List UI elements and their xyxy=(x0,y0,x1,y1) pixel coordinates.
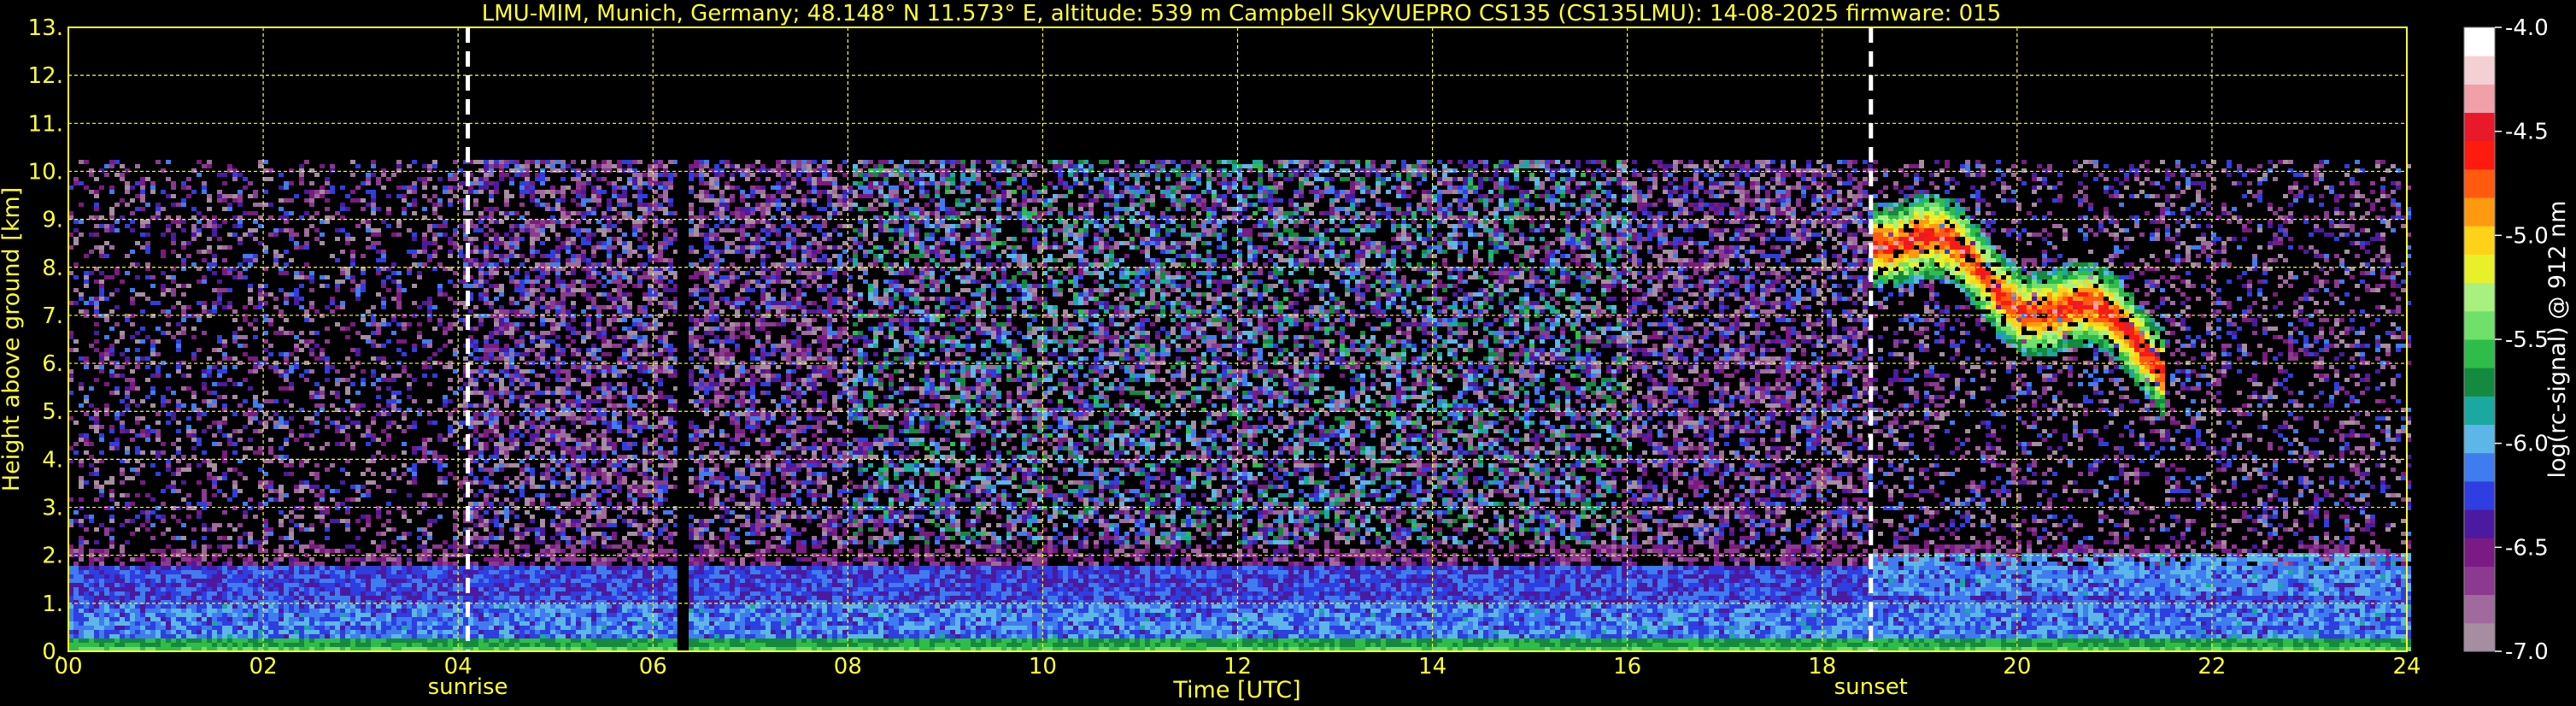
colorbar-segment xyxy=(2464,226,2495,255)
colorbar-tick-label: -6.5 xyxy=(2505,535,2549,561)
x-tick-label: 12 xyxy=(1223,654,1252,680)
colorbar-segment xyxy=(2464,197,2495,227)
x-axis-label: Time [UTC] xyxy=(1172,677,1300,703)
colorbar-segment xyxy=(2464,339,2495,368)
x-tick-label: 02 xyxy=(249,654,278,680)
colorbar-segment xyxy=(2464,396,2495,425)
colorbar-segment xyxy=(2464,56,2495,85)
x-tick-label: 06 xyxy=(639,654,667,680)
colorbar-tick-label: -5.5 xyxy=(2505,327,2549,353)
x-tick-label: 16 xyxy=(1613,654,1641,680)
colorbar-tick-label: -4.0 xyxy=(2505,15,2549,41)
x-tick-label: 20 xyxy=(2003,654,2031,680)
y-tick-label: 7. xyxy=(42,303,63,329)
colorbar-segment xyxy=(2464,509,2495,538)
sunrise-label: sunrise xyxy=(428,674,508,700)
ceilometer-chart: LMU-MIM, Munich, Germany; 48.148° N 11.5… xyxy=(0,0,2576,706)
x-tick-label: 14 xyxy=(1418,654,1446,680)
y-axis-label: Height above ground [km] xyxy=(0,187,25,491)
y-tick-label: 11. xyxy=(28,111,63,137)
x-tick-label: 10 xyxy=(1029,654,1057,680)
y-tick-label: 10. xyxy=(28,159,63,185)
colorbar-segment xyxy=(2464,311,2495,340)
x-tick-label: 18 xyxy=(1808,654,1836,680)
colorbar-tick-label: -5.0 xyxy=(2505,223,2549,249)
y-tick-label: 1. xyxy=(42,591,63,617)
colorbar-tick-label: -7.0 xyxy=(2505,639,2549,665)
data-gap xyxy=(678,157,687,651)
y-tick-label: 3. xyxy=(42,496,63,521)
colorbar-segment xyxy=(2464,113,2495,142)
colorbar-tick-label: -4.5 xyxy=(2505,120,2549,145)
colorbar-segment xyxy=(2464,368,2495,397)
chart-title: LMU-MIM, Munich, Germany; 48.148° N 11.5… xyxy=(482,1,2001,26)
colorbar-segment xyxy=(2464,595,2495,624)
y-tick-label: 12. xyxy=(28,63,63,89)
x-tick-label: 08 xyxy=(834,654,862,680)
colorbar-segment xyxy=(2464,623,2495,652)
colorbar-segment xyxy=(2464,453,2495,482)
y-tick-label: 2. xyxy=(42,544,63,569)
colorbar-segment xyxy=(2464,566,2495,595)
colorbar-label: log(rc-signal) @ 912 nm xyxy=(2544,201,2571,479)
y-tick-label: 6. xyxy=(42,351,63,377)
y-tick-label: 0. xyxy=(42,639,63,665)
x-tick-label: 22 xyxy=(2198,654,2226,680)
colorbar-segment xyxy=(2464,27,2495,56)
colorbar-segment xyxy=(2464,283,2495,312)
x-tick-label: 24 xyxy=(2392,654,2421,680)
y-tick-label: 13. xyxy=(28,15,63,41)
y-tick-label: 4. xyxy=(42,447,63,473)
plot-area xyxy=(68,27,2411,651)
colorbar-segment xyxy=(2464,425,2495,454)
colorbar-segment xyxy=(2464,84,2495,113)
colorbar-segment xyxy=(2464,481,2495,510)
colorbar-segment xyxy=(2464,169,2495,198)
colorbar-segment xyxy=(2464,254,2495,283)
colorbar-tick-label: -6.0 xyxy=(2505,432,2549,457)
colorbar-segment xyxy=(2464,141,2495,170)
colorbar-segment xyxy=(2464,538,2495,567)
y-tick-label: 8. xyxy=(42,256,63,281)
y-tick-label: 9. xyxy=(42,208,63,233)
y-tick-label: 5. xyxy=(42,399,63,425)
sunset-label: sunset xyxy=(1834,674,1908,700)
